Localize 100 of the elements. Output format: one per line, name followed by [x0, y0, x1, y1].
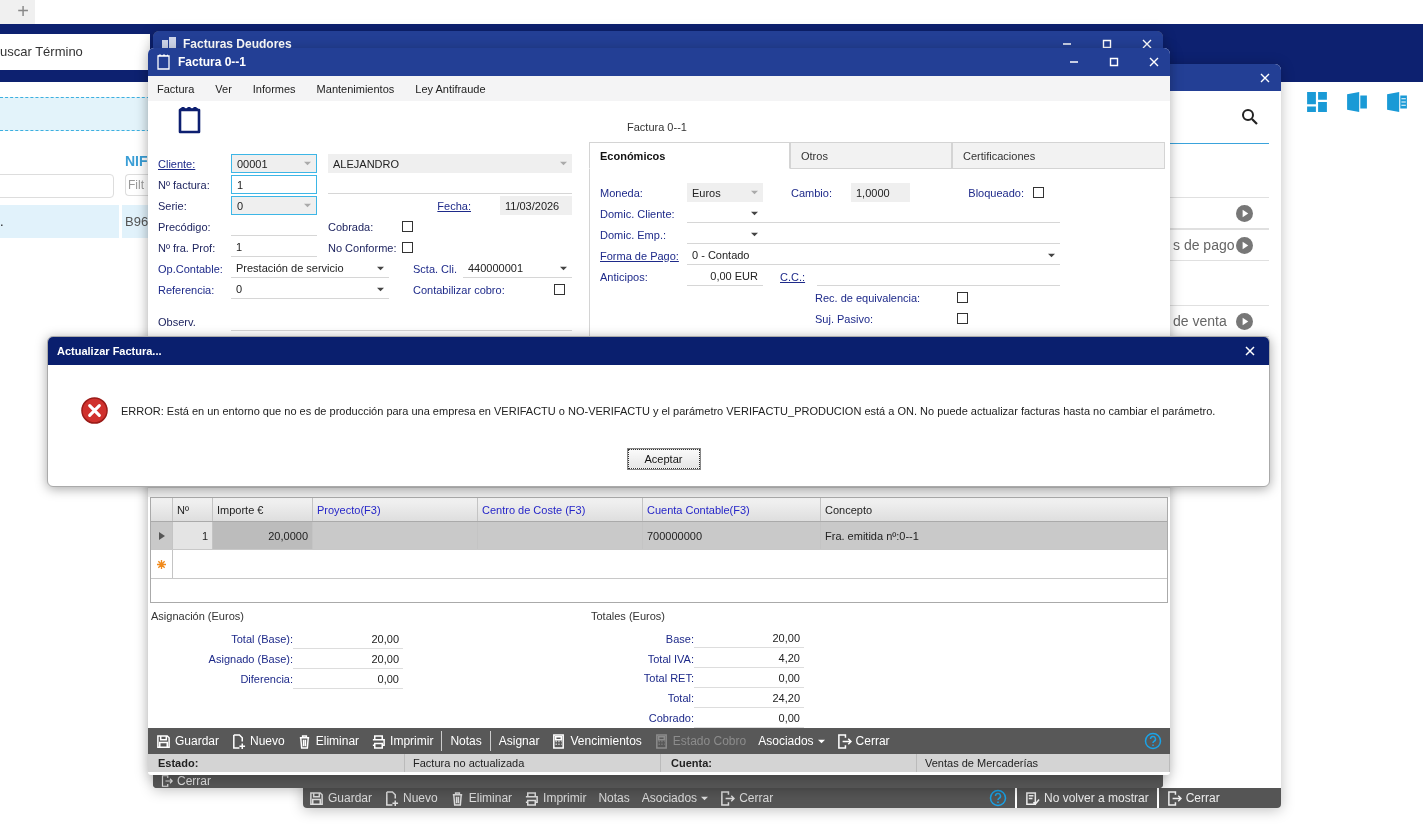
help-icon[interactable]	[989, 789, 1007, 807]
menu-item[interactable]: Ley Antifraude	[415, 82, 486, 95]
toolbar-button[interactable]: Nuevo	[378, 788, 444, 808]
menu-item[interactable]: Mantenimientos	[316, 82, 395, 95]
document-icon[interactable]	[1346, 91, 1368, 113]
field-label: Bloqueado:	[968, 186, 1024, 199]
save-icon	[309, 790, 324, 806]
close-icon[interactable]	[1259, 71, 1271, 84]
field-label: Cobrado:	[647, 712, 694, 725]
toolbar-button[interactable]: No volver a mostrar	[1017, 788, 1157, 808]
input-field[interactable]: 1	[231, 175, 317, 194]
toolbar-button[interactable]: Asociados	[752, 728, 831, 754]
dropdown-field[interactable]: 440000001	[463, 259, 572, 278]
checkbox[interactable]	[1033, 187, 1044, 198]
date-field[interactable]: 11/03/2026	[500, 196, 572, 215]
tab[interactable]: Económicos	[589, 142, 790, 169]
menu-item[interactable]: Informes	[252, 82, 296, 95]
toolbar-button[interactable]: Guardar	[150, 728, 226, 754]
filter-field[interactable]: Filt	[125, 174, 148, 196]
field-label: Scta. Cli.	[413, 262, 458, 275]
spreadsheet-icon[interactable]	[1386, 91, 1408, 113]
value-field: 20,00	[694, 629, 804, 649]
field-label: Diferencia:	[239, 673, 293, 685]
value-field: 0,00	[694, 708, 804, 728]
field-label: Domic. Cliente:	[600, 207, 676, 220]
caret-icon	[1048, 251, 1055, 259]
layout-icon[interactable]	[1306, 91, 1328, 113]
search-icon[interactable]	[1241, 108, 1259, 126]
toolbar-button[interactable]: Notas	[592, 788, 636, 808]
toolbar-button[interactable]: Imprimir	[518, 788, 593, 808]
dropdown-field[interactable]: Prestación de servicio	[231, 259, 389, 278]
dropdown-field[interactable]: 0	[231, 280, 389, 299]
column-header[interactable]: Importe €	[213, 498, 313, 521]
checkbox[interactable]	[554, 284, 565, 295]
toolbar-button[interactable]: Nuevo	[225, 728, 291, 754]
tab[interactable]: Otros	[790, 142, 952, 169]
help-icon[interactable]	[1144, 732, 1162, 750]
filter-field[interactable]	[0, 174, 114, 198]
maximize-icon[interactable]	[1101, 37, 1113, 50]
field-label[interactable]: Fecha:	[437, 199, 471, 212]
menu-item[interactable]: Factura	[157, 82, 195, 95]
toolbar-button[interactable]: Vencimientos	[545, 728, 648, 754]
field-label: Observ.	[158, 315, 197, 328]
toolbar-button[interactable]: Asignar	[492, 728, 546, 754]
table-cell: 700000000	[643, 522, 821, 549]
checkbox[interactable]	[402, 242, 413, 253]
close-icon[interactable]	[1141, 37, 1153, 50]
search-field[interactable]: uscar Término	[0, 34, 150, 70]
toolbar-button[interactable]: Eliminar	[290, 728, 366, 754]
toolbar-button[interactable]: Imprimir	[365, 728, 440, 754]
dropdown-field[interactable]: 0	[231, 196, 317, 215]
field-label[interactable]: Forma de Pago:	[600, 249, 687, 262]
field-label: Base:	[664, 632, 694, 645]
caret-icon	[751, 230, 758, 238]
menu-item[interactable]: Ver	[215, 82, 232, 95]
section-title: Totales (Euros)	[591, 609, 666, 624]
tab[interactable]: Certificaciones	[952, 142, 1165, 169]
new-row-icon	[157, 559, 166, 569]
input-field[interactable]: 1,0000	[851, 183, 910, 202]
toolbar-button[interactable]: Cerrar	[714, 788, 780, 808]
toolbar-button[interactable]: Guardar	[303, 788, 379, 808]
close-icon[interactable]	[1244, 345, 1256, 357]
field-label[interactable]: Cliente:	[158, 157, 231, 170]
column-header[interactable]: Concepto	[821, 498, 1167, 521]
toolbar-button[interactable]: Cerrar	[830, 728, 896, 754]
toolbar-button[interactable]: Notas	[444, 728, 488, 754]
input-field[interactable]: 0,00 EUR	[687, 267, 763, 286]
column-header[interactable]: Nº	[173, 498, 213, 521]
field-label: Moneda:	[600, 186, 644, 199]
toolbar-button[interactable]: Cerrar	[1158, 788, 1281, 808]
error-message: ERROR: Está en un entorno que no es de producción para una empresa en VERIFACTU o NO-VERIFACTU y el parámetro VERIFACTU_PRODUCION está a ON. No puede actualizar facturas hasta no cambiar el parámetro.	[121, 404, 1216, 417]
dropdown-field[interactable]: 0 - Contado	[687, 246, 1060, 265]
new-document-icon	[231, 733, 247, 749]
column-header[interactable]: Proyecto(F3)	[313, 498, 478, 521]
checkbox[interactable]	[402, 221, 413, 232]
column-header[interactable]: Cuenta Contable(F3)	[643, 498, 821, 521]
dropdown-field[interactable]: Euros	[687, 183, 763, 202]
toolbar-button[interactable]: Asociados	[635, 788, 715, 808]
toolbar-button[interactable]: Eliminar	[443, 788, 519, 808]
list-item[interactable]	[1170, 197, 1269, 229]
dropdown-field[interactable]: ALEJANDRO	[328, 154, 572, 173]
checkbox[interactable]	[957, 292, 968, 303]
field-label: Nº factura:	[158, 178, 211, 191]
field-label: Cambio:	[791, 186, 833, 199]
status-label: Cuenta:	[661, 754, 917, 772]
field-label: Nº fra. Prof:	[158, 241, 217, 254]
field-label: Anticipos:	[600, 270, 649, 283]
dropdown-field[interactable]: 00001	[231, 154, 317, 173]
accept-button[interactable]: Aceptar	[627, 449, 700, 469]
column-header[interactable]: Centro de Coste (F3)	[478, 498, 643, 521]
maximize-icon[interactable]	[1108, 56, 1120, 68]
checkbox[interactable]	[957, 313, 968, 324]
toolbar-button[interactable]: Cerrar	[155, 774, 217, 787]
field-label[interactable]: C.C.:	[780, 270, 817, 283]
list-item[interactable]: s de pago	[1170, 229, 1269, 261]
dialog-title: Actualizar Factura...	[57, 345, 162, 357]
value-field: 20,00	[293, 629, 403, 649]
table-row[interactable]: 1 20,0000 700000000 Fra. emitida nº:0--1	[151, 522, 1167, 550]
close-icon[interactable]	[1148, 56, 1160, 68]
input-field[interactable]: 1	[231, 238, 317, 257]
